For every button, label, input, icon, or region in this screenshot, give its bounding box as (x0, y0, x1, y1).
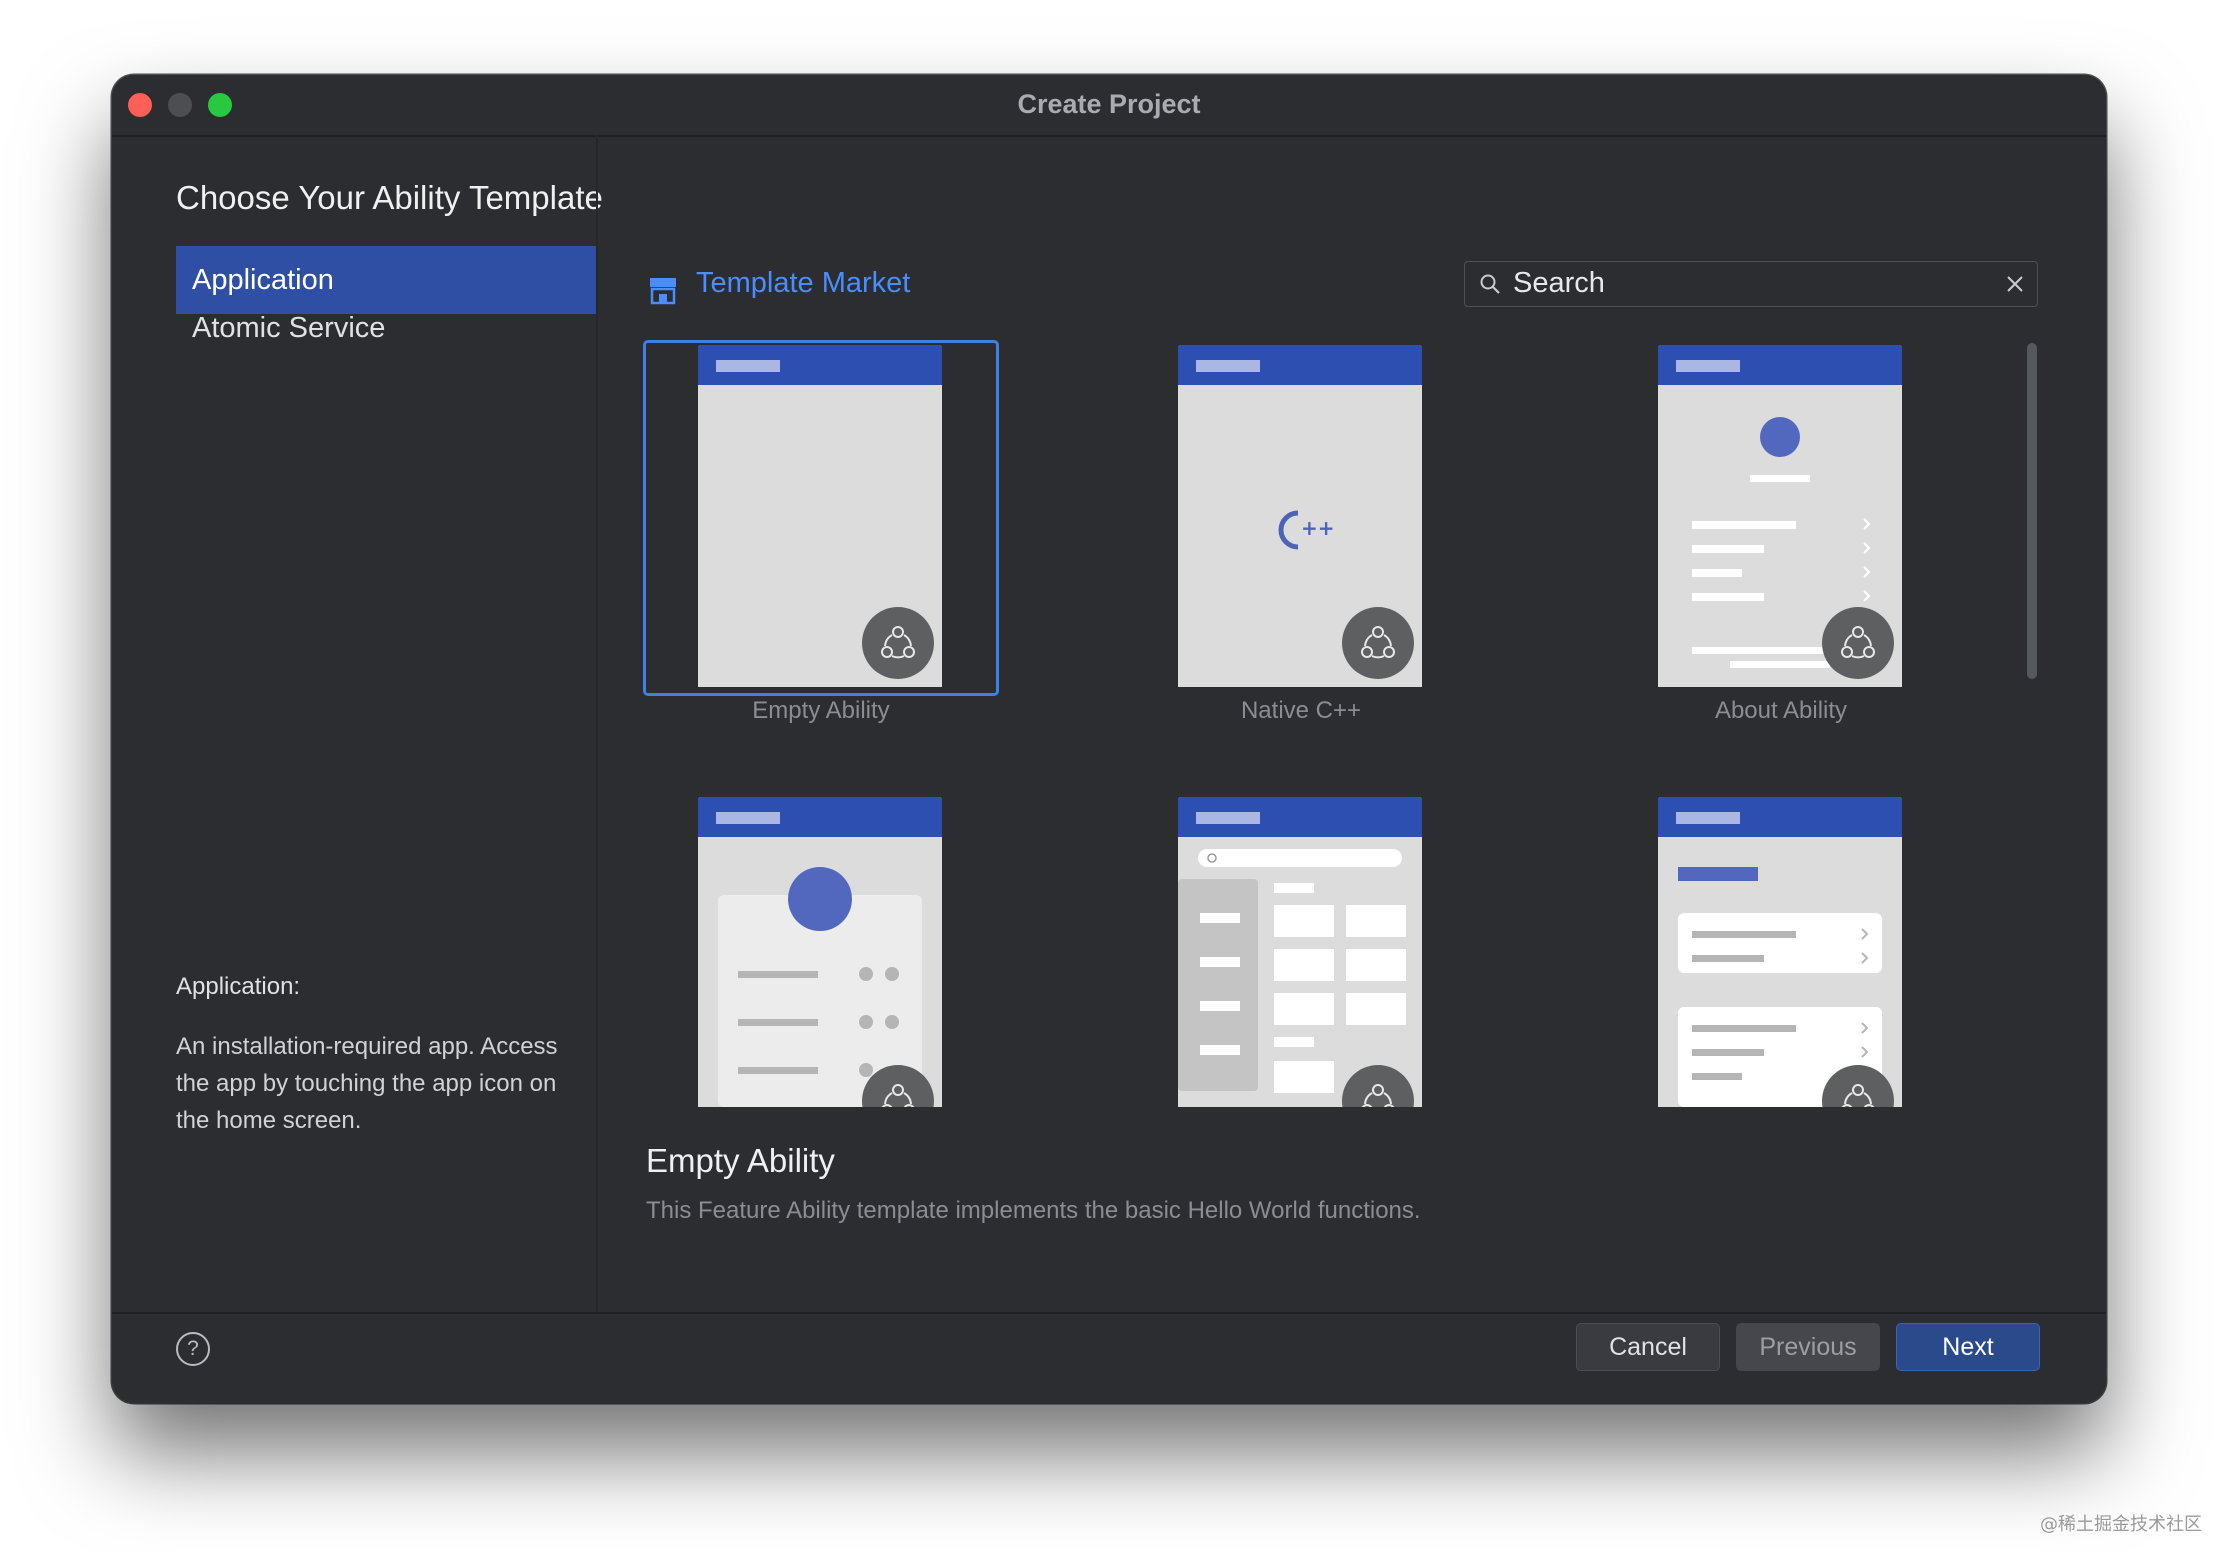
template-card-profile[interactable] (646, 795, 996, 1145)
template-preview (1658, 797, 1902, 1107)
search-input[interactable] (1513, 262, 1983, 305)
template-card-native-cpp[interactable]: ++ (1126, 343, 1476, 693)
search-box[interactable] (1464, 261, 2038, 307)
svg-text:++: ++ (1301, 516, 1335, 540)
help-icon[interactable]: ? (176, 1332, 210, 1366)
selected-template-title: Empty Ability (646, 1142, 835, 1179)
template-preview (1658, 345, 1902, 687)
previous-button[interactable]: Previous (1736, 1323, 1880, 1371)
vertical-divider (596, 135, 598, 1312)
next-button[interactable]: Next (1896, 1323, 2040, 1371)
selected-template-description: This Feature Ability template implements… (646, 1197, 1421, 1224)
cancel-button[interactable]: Cancel (1576, 1323, 1720, 1371)
harmony-badge-icon (862, 607, 934, 679)
templates-scrollbar[interactable] (2027, 343, 2037, 679)
template-preview: ++ (1178, 345, 1422, 687)
template-label: Empty Ability (752, 697, 890, 724)
template-card-settings-list[interactable] (1606, 795, 1956, 1145)
title-bar: Create Project (112, 75, 2106, 137)
template-preview (1178, 797, 1422, 1107)
template-preview (698, 345, 942, 687)
create-project-window: Create Project Choose Your Ability Templ… (112, 75, 2106, 1403)
cpp-logo-icon: ++ (1278, 510, 1335, 550)
store-icon (650, 278, 676, 305)
description-text: An installation-required app. Access the… (176, 1033, 558, 1134)
harmony-badge-icon (1342, 607, 1414, 679)
search-icon (1480, 274, 1500, 294)
template-label: Native C++ (1240, 697, 1362, 724)
description-title: Application: (176, 973, 301, 1000)
template-card-empty-ability[interactable] (643, 340, 999, 696)
sidebar-item-atomic-service[interactable]: Atomic Service (176, 294, 596, 362)
harmony-badge-icon (1822, 607, 1894, 679)
window-title: Create Project (1017, 89, 1201, 119)
template-card-about-ability[interactable] (1606, 343, 1956, 693)
clear-search-icon[interactable] (2005, 274, 2025, 294)
footer-divider (112, 1312, 2106, 1314)
template-label: About Ability (1714, 697, 1848, 724)
watermark: @稀土掘金技术社区 (2040, 1514, 2202, 1535)
template-market-link[interactable]: Template Market (696, 267, 910, 300)
template-preview (698, 797, 942, 1107)
template-card-grid[interactable] (1126, 795, 1476, 1145)
